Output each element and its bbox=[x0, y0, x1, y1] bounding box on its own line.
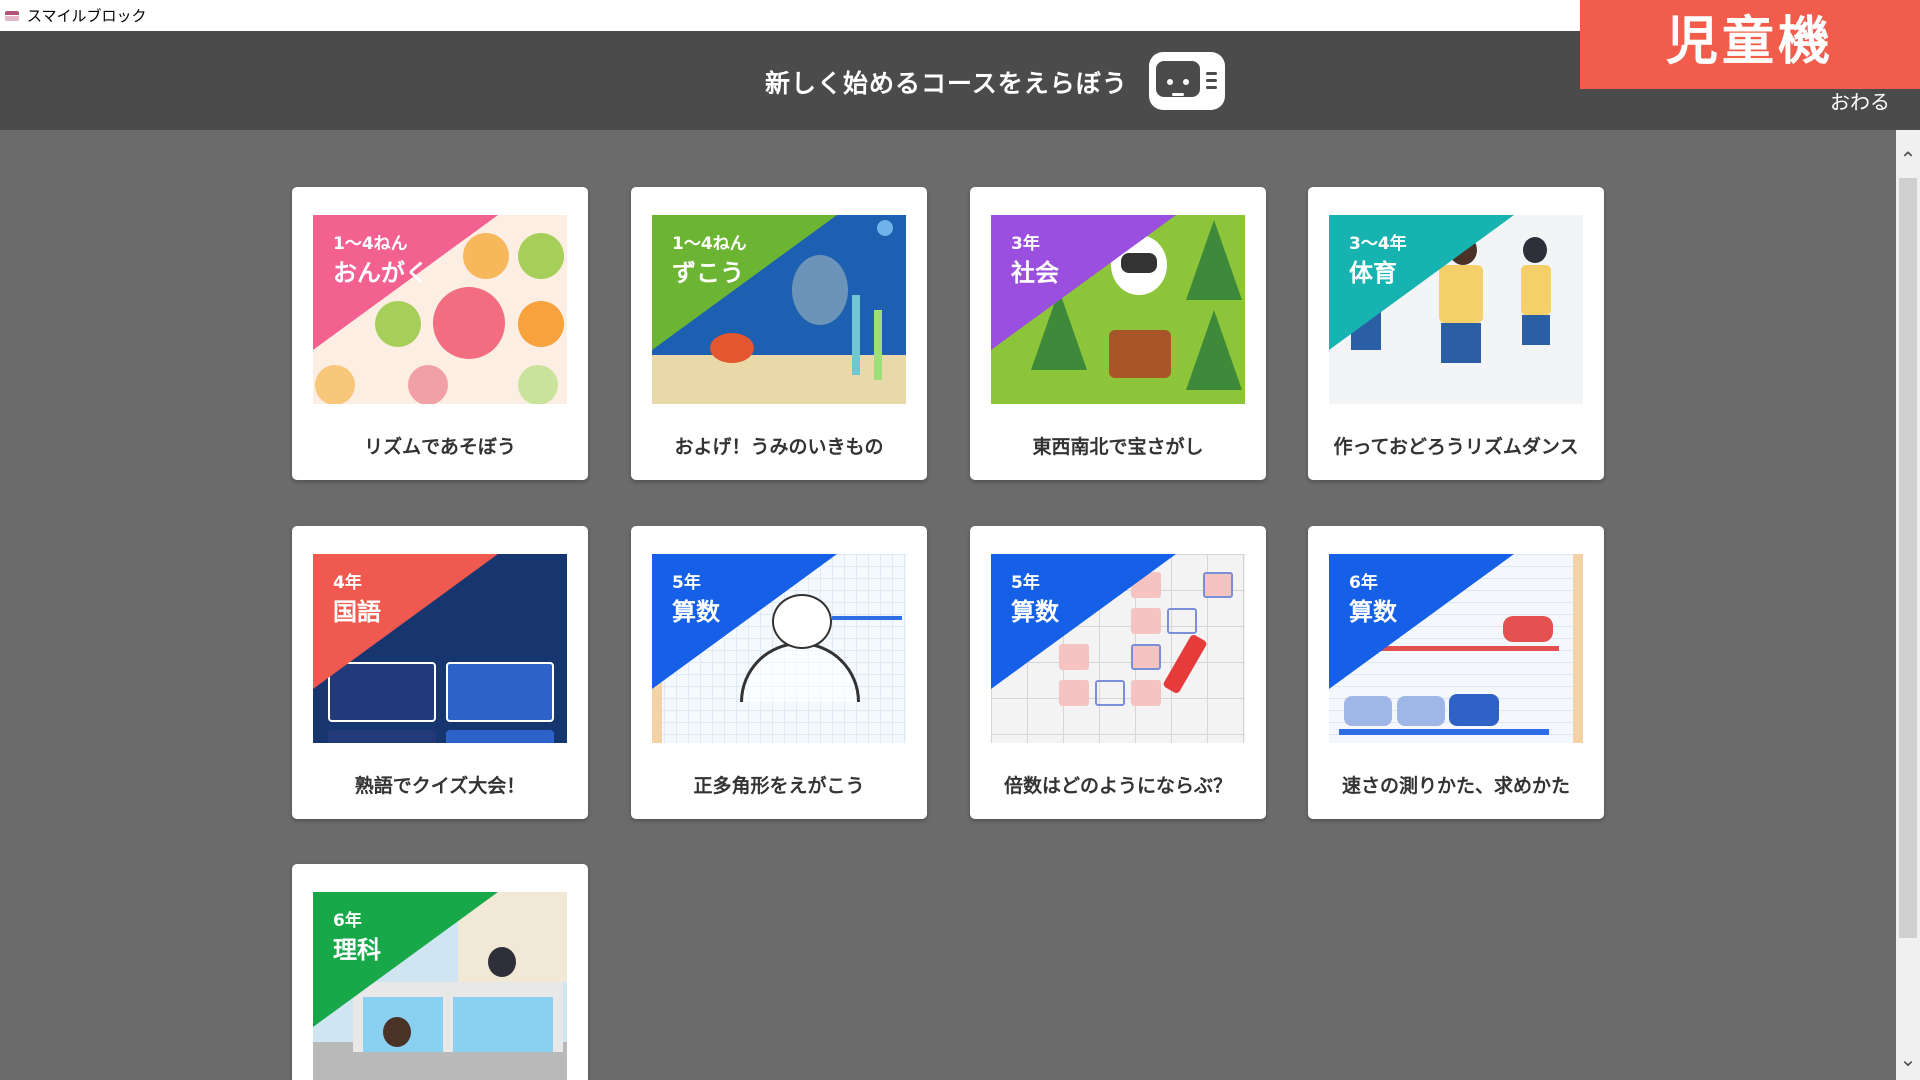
course-card-idiom-quiz[interactable]: 4年 国語 熟語でクイズ大会！ bbox=[292, 526, 588, 819]
device-badge: 児童機 bbox=[1580, 0, 1920, 89]
course-subject: 国語 bbox=[333, 598, 381, 626]
course-title: 正多角形をえがこう bbox=[693, 775, 865, 797]
course-grade: 1〜4ねん bbox=[672, 234, 747, 254]
course-grade: 6年 bbox=[1349, 573, 1378, 593]
course-card-science[interactable]: 6年 理科 bbox=[292, 864, 588, 1080]
course-title: 熟語でクイズ大会！ bbox=[354, 775, 526, 797]
course-thumbnail: 1〜4ねん ずこう bbox=[652, 215, 906, 404]
course-grade: 6年 bbox=[333, 911, 362, 931]
course-title: 作っておどろうリズムダンス bbox=[1333, 436, 1579, 458]
course-grade: 1〜4ねん bbox=[333, 234, 408, 254]
course-title: リズムであそぼう bbox=[364, 436, 516, 458]
scroll-down-arrow-icon[interactable]: ⌄ bbox=[1896, 1048, 1920, 1070]
course-card-polygon[interactable]: 5年 算数 正多角形をえがこう bbox=[631, 526, 927, 819]
app-icon bbox=[4, 8, 20, 24]
scroll-thumb[interactable] bbox=[1899, 178, 1917, 938]
course-subject: 体育 bbox=[1349, 259, 1397, 287]
quit-label: おわる bbox=[1830, 90, 1890, 114]
course-subject: 算数 bbox=[1349, 598, 1397, 626]
course-subject: 理科 bbox=[333, 936, 381, 964]
course-card-sea-creatures[interactable]: 1〜4ねん ずこう およげ！うみのいきもの bbox=[631, 187, 927, 480]
course-grade: 3年 bbox=[1011, 234, 1040, 254]
course-title: 速さの測りかた、求めかた bbox=[1341, 775, 1570, 797]
course-card-multiples[interactable]: 5年 算数 倍数はどのようにならぶ？ bbox=[970, 526, 1266, 819]
window-title: スマイルブロック bbox=[27, 7, 147, 25]
course-card-rhythm-dance[interactable]: 3〜4年 体育 作っておどろうリズムダンス bbox=[1308, 187, 1604, 480]
robot-icon bbox=[1149, 52, 1225, 110]
course-subject: 算数 bbox=[1011, 598, 1059, 626]
course-thumbnail: 5年 算数 bbox=[652, 554, 906, 743]
course-title: およげ！うみのいきもの bbox=[674, 436, 884, 458]
course-subject: おんがく bbox=[333, 259, 429, 287]
course-subject: 算数 bbox=[672, 598, 720, 626]
course-card-treasure-hunt[interactable]: 3年 社会 東西南北で宝さがし bbox=[970, 187, 1266, 480]
course-grade: 3〜4年 bbox=[1349, 234, 1407, 254]
course-title: 東西南北で宝さがし bbox=[1032, 436, 1204, 458]
course-grade: 4年 bbox=[333, 573, 362, 593]
course-grade: 5年 bbox=[672, 573, 701, 593]
course-grade: 5年 bbox=[1011, 573, 1040, 593]
course-thumbnail: 3〜4年 体育 bbox=[1329, 215, 1583, 404]
course-thumbnail: 4年 国語 bbox=[313, 554, 567, 743]
vertical-scrollbar[interactable]: ⌃ ⌄ bbox=[1896, 130, 1920, 1080]
course-card-speed[interactable]: 6年 算数 速さの測りかた、求めかた bbox=[1308, 526, 1604, 819]
course-thumbnail: 5年 算数 bbox=[991, 554, 1245, 743]
course-title: 倍数はどのようにならぶ？ bbox=[1003, 775, 1232, 797]
course-thumbnail: 6年 理科 bbox=[313, 892, 567, 1080]
course-subject: 社会 bbox=[1011, 259, 1059, 287]
course-subject: ずこう bbox=[672, 259, 744, 287]
scroll-up-arrow-icon[interactable]: ⌃ bbox=[1896, 148, 1920, 170]
page-title: 新しく始めるコースをえらぼう bbox=[765, 69, 1128, 98]
course-thumbnail: 1〜4ねん おんがく bbox=[313, 215, 567, 404]
course-thumbnail: 3年 社会 bbox=[991, 215, 1245, 404]
course-card-rhythm[interactable]: 1〜4ねん おんがく リズムであそぼう bbox=[292, 187, 588, 480]
course-thumbnail: 6年 算数 bbox=[1329, 554, 1583, 743]
